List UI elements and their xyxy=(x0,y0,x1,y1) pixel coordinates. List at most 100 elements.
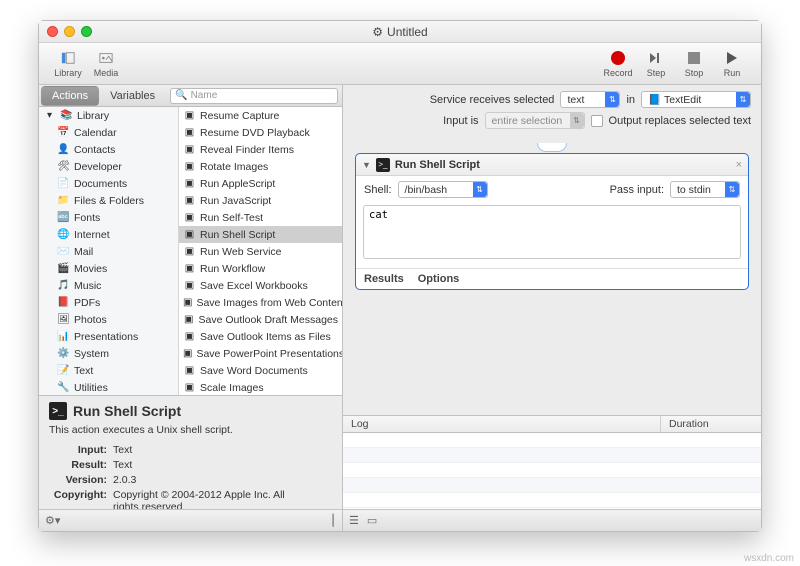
disclosure-icon[interactable]: ▼ xyxy=(362,160,371,170)
action-item[interactable]: ▣Save Outlook Draft Messages xyxy=(179,311,342,328)
category-icon: 🎵 xyxy=(57,279,70,292)
tab-variables[interactable]: Variables xyxy=(99,86,166,106)
sidebar-item-internet[interactable]: 🌐Internet xyxy=(39,226,178,243)
action-icon: ▣ xyxy=(183,330,196,343)
action-item[interactable]: ▣Save Excel Workbooks xyxy=(179,277,342,294)
shell-select[interactable]: /bin/bash⇅ xyxy=(398,181,488,198)
sidebar-item-contacts[interactable]: 👤Contacts xyxy=(39,141,178,158)
log-column[interactable]: Log xyxy=(343,416,661,432)
action-item[interactable]: ▣Save Outlook Items as Files xyxy=(179,328,342,345)
action-item[interactable]: ▣Rotate Images xyxy=(179,158,342,175)
tab-actions[interactable]: Actions xyxy=(41,86,99,106)
stop-button[interactable]: Stop xyxy=(675,49,713,78)
action-item[interactable]: ▣Resume DVD Playback xyxy=(179,124,342,141)
close-window-button[interactable] xyxy=(47,26,58,37)
sidebar-item-photos[interactable]: 🖼Photos xyxy=(39,311,178,328)
flow-view-icon[interactable]: ▭ xyxy=(367,514,377,527)
minimize-window-button[interactable] xyxy=(64,26,75,37)
action-icon: ▣ xyxy=(183,194,196,207)
sidebar-item-developer[interactable]: 🛠Developer xyxy=(39,158,178,175)
sidebar-item-presentations[interactable]: 📊Presentations xyxy=(39,328,178,345)
action-run-shell-script[interactable]: ▼ >_ Run Shell Script × Shell: /bin/bash… xyxy=(355,153,749,290)
chevron-updown-icon: ⇅ xyxy=(570,113,584,128)
receives-label: Service receives selected xyxy=(430,94,555,106)
media-button[interactable]: Media xyxy=(87,49,125,78)
category-icon: 🎬 xyxy=(57,262,70,275)
pass-input-select[interactable]: to stdin⇅ xyxy=(670,181,740,198)
options-tab[interactable]: Options xyxy=(418,273,460,285)
action-item[interactable]: ▣Save PowerPoint Presentations xyxy=(179,345,342,362)
chevron-updown-icon: ⇅ xyxy=(605,92,619,107)
action-item[interactable]: ▣Save Images from Web Content xyxy=(179,294,342,311)
step-label: Step xyxy=(647,68,666,78)
list-item xyxy=(343,433,761,448)
category-icon: 🖼 xyxy=(57,313,70,326)
action-item[interactable]: ▣Run Workflow xyxy=(179,260,342,277)
results-tab[interactable]: Results xyxy=(364,273,404,285)
receives-type-select[interactable]: text⇅ xyxy=(560,91,620,108)
list-view-icon[interactable]: ☰ xyxy=(349,514,359,527)
library-root[interactable]: ▾📚Library xyxy=(39,107,178,124)
record-button[interactable]: Record xyxy=(599,49,637,78)
action-icon: ▣ xyxy=(183,160,196,173)
library-toggle-button[interactable]: Library xyxy=(49,49,87,78)
action-item[interactable]: ▣Reveal Finder Items xyxy=(179,141,342,158)
category-icon: 📕 xyxy=(57,296,70,309)
action-info: >_Run Shell Script This action executes … xyxy=(39,395,342,509)
list-item xyxy=(343,463,761,478)
gear-menu-icon[interactable]: ⚙︎▾ xyxy=(45,514,60,527)
close-icon[interactable]: × xyxy=(736,159,742,171)
run-button[interactable]: Run xyxy=(713,49,751,78)
action-item[interactable]: ▣Run Self-Test xyxy=(179,209,342,226)
action-item[interactable]: ▣Resume Capture xyxy=(179,107,342,124)
category-icon: ✉️ xyxy=(57,245,70,258)
category-icon: 📅 xyxy=(57,126,70,139)
search-input[interactable]: 🔍 Name xyxy=(170,88,338,104)
service-options: Service receives selected text⇅ in 📘 Tex… xyxy=(343,85,761,135)
action-icon: ▣ xyxy=(183,143,196,156)
log-list[interactable] xyxy=(343,433,761,509)
terminal-icon: >_ xyxy=(49,402,67,420)
left-footer: ⚙︎▾ ⎮ xyxy=(39,509,342,531)
library-categories[interactable]: ▾📚Library 📅Calendar👤Contacts🛠Developer📄D… xyxy=(39,107,179,395)
output-replaces-checkbox[interactable] xyxy=(591,115,603,127)
actions-list[interactable]: ▣Resume Capture▣Resume DVD Playback▣Reve… xyxy=(179,107,342,395)
window-title: ⚙︎ Untitled xyxy=(372,25,427,39)
action-item[interactable]: ▣Run Shell Script xyxy=(179,226,342,243)
script-textarea[interactable] xyxy=(363,205,741,259)
sidebar-item-documents[interactable]: 📄Documents xyxy=(39,175,178,192)
action-item[interactable]: ▣Run Web Service xyxy=(179,243,342,260)
app-window: ⚙︎ Untitled Library Media Record Step St… xyxy=(38,20,762,532)
workflow-canvas[interactable]: ▼ >_ Run Shell Script × Shell: /bin/bash… xyxy=(343,135,761,415)
input-is-select[interactable]: entire selection⇅ xyxy=(485,112,585,129)
zoom-window-button[interactable] xyxy=(81,26,92,37)
sidebar-item-system[interactable]: ⚙️System xyxy=(39,345,178,362)
sidebar-item-movies[interactable]: 🎬Movies xyxy=(39,260,178,277)
action-icon: ▣ xyxy=(183,296,192,309)
action-icon: ▣ xyxy=(183,177,196,190)
sidebar-item-music[interactable]: 🎵Music xyxy=(39,277,178,294)
action-item[interactable]: ▣Save Word Documents xyxy=(179,362,342,379)
info-desc: This action executes a Unix shell script… xyxy=(49,424,332,436)
action-item[interactable]: ▣Scale Images xyxy=(179,379,342,395)
title-text: Untitled xyxy=(387,25,428,39)
sidebar-item-calendar[interactable]: 📅Calendar xyxy=(39,124,178,141)
sidebar-item-pdfs[interactable]: 📕PDFs xyxy=(39,294,178,311)
action-item[interactable]: ▣Run JavaScript xyxy=(179,192,342,209)
chevron-updown-icon: ⇅ xyxy=(473,182,487,197)
sidebar-item-text[interactable]: 📝Text xyxy=(39,362,178,379)
receives-app-select[interactable]: 📘 TextEdit⇅ xyxy=(641,91,751,108)
watermark: wsxdn.com xyxy=(744,553,794,564)
sidebar-item-fonts[interactable]: 🔤Fonts xyxy=(39,209,178,226)
divider-icon[interactable]: ⎮ xyxy=(330,514,336,527)
action-icon: ▣ xyxy=(183,245,196,258)
sidebar-item-mail[interactable]: ✉️Mail xyxy=(39,243,178,260)
duration-column[interactable]: Duration xyxy=(661,416,761,432)
action-item[interactable]: ▣Run AppleScript xyxy=(179,175,342,192)
category-icon: 🌐 xyxy=(57,228,70,241)
sidebar-item-files-folders[interactable]: 📁Files & Folders xyxy=(39,192,178,209)
step-button[interactable]: Step xyxy=(637,49,675,78)
sidebar-item-utilities[interactable]: 🔧Utilities xyxy=(39,379,178,395)
right-footer: ☰ ▭ xyxy=(343,509,761,531)
input-is-label: Input is xyxy=(443,115,478,127)
